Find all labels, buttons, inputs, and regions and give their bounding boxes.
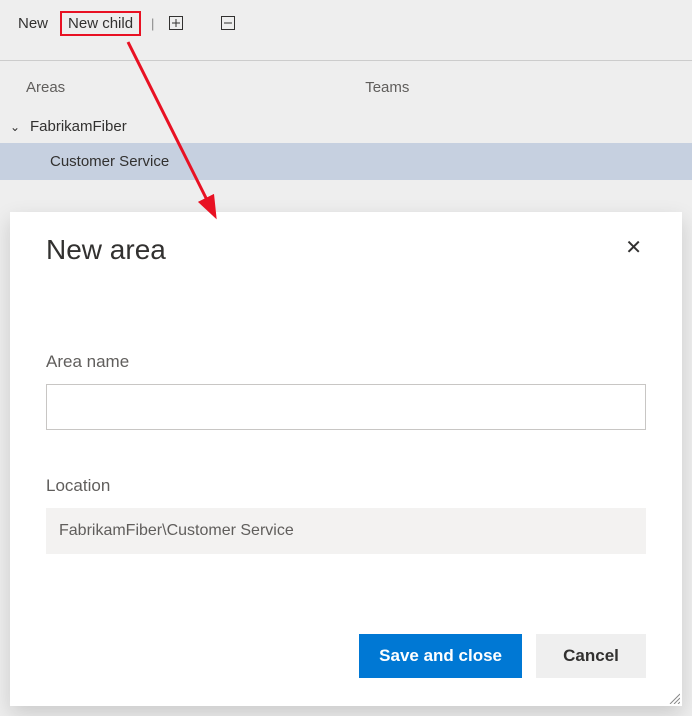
tab-areas[interactable]: Areas — [26, 79, 65, 96]
area-name-label: Area name — [46, 352, 646, 372]
new-button[interactable]: New — [10, 11, 56, 36]
form-area: Area name Location — [46, 352, 646, 554]
close-icon: ✕ — [625, 237, 642, 259]
expand-all-button[interactable] — [164, 11, 188, 35]
tabs-row: Areas Teams — [0, 61, 692, 110]
dialog-title: New area — [46, 234, 166, 266]
tree-node-child[interactable]: Customer Service — [0, 143, 692, 180]
tree-node-parent[interactable]: ⌄ FabrikamFiber — [0, 110, 692, 143]
area-tree: ⌄ FabrikamFiber Customer Service — [0, 110, 692, 180]
tab-teams[interactable]: Teams — [365, 79, 409, 96]
toolbar: New New child | — [0, 0, 692, 46]
chevron-down-icon: ⌄ — [10, 120, 24, 134]
location-input[interactable] — [46, 508, 646, 554]
dialog-header: New area ✕ — [46, 234, 646, 266]
close-button[interactable]: ✕ — [621, 234, 646, 262]
dialog-button-row: Save and close Cancel — [46, 634, 646, 678]
area-name-input[interactable] — [46, 384, 646, 430]
resize-grip-icon[interactable] — [668, 692, 680, 704]
tree-node-label: FabrikamFiber — [30, 118, 127, 135]
new-area-dialog: New area ✕ Area name Location Save and c… — [10, 212, 682, 706]
minus-box-icon — [221, 16, 235, 30]
plus-box-icon — [169, 16, 183, 30]
save-and-close-button[interactable]: Save and close — [359, 634, 522, 678]
cancel-button[interactable]: Cancel — [536, 634, 646, 678]
toolbar-separator: | — [151, 16, 154, 31]
new-child-button[interactable]: New child — [60, 11, 141, 36]
location-label: Location — [46, 476, 646, 496]
collapse-all-button[interactable] — [216, 11, 240, 35]
tree-node-label: Customer Service — [50, 153, 169, 170]
